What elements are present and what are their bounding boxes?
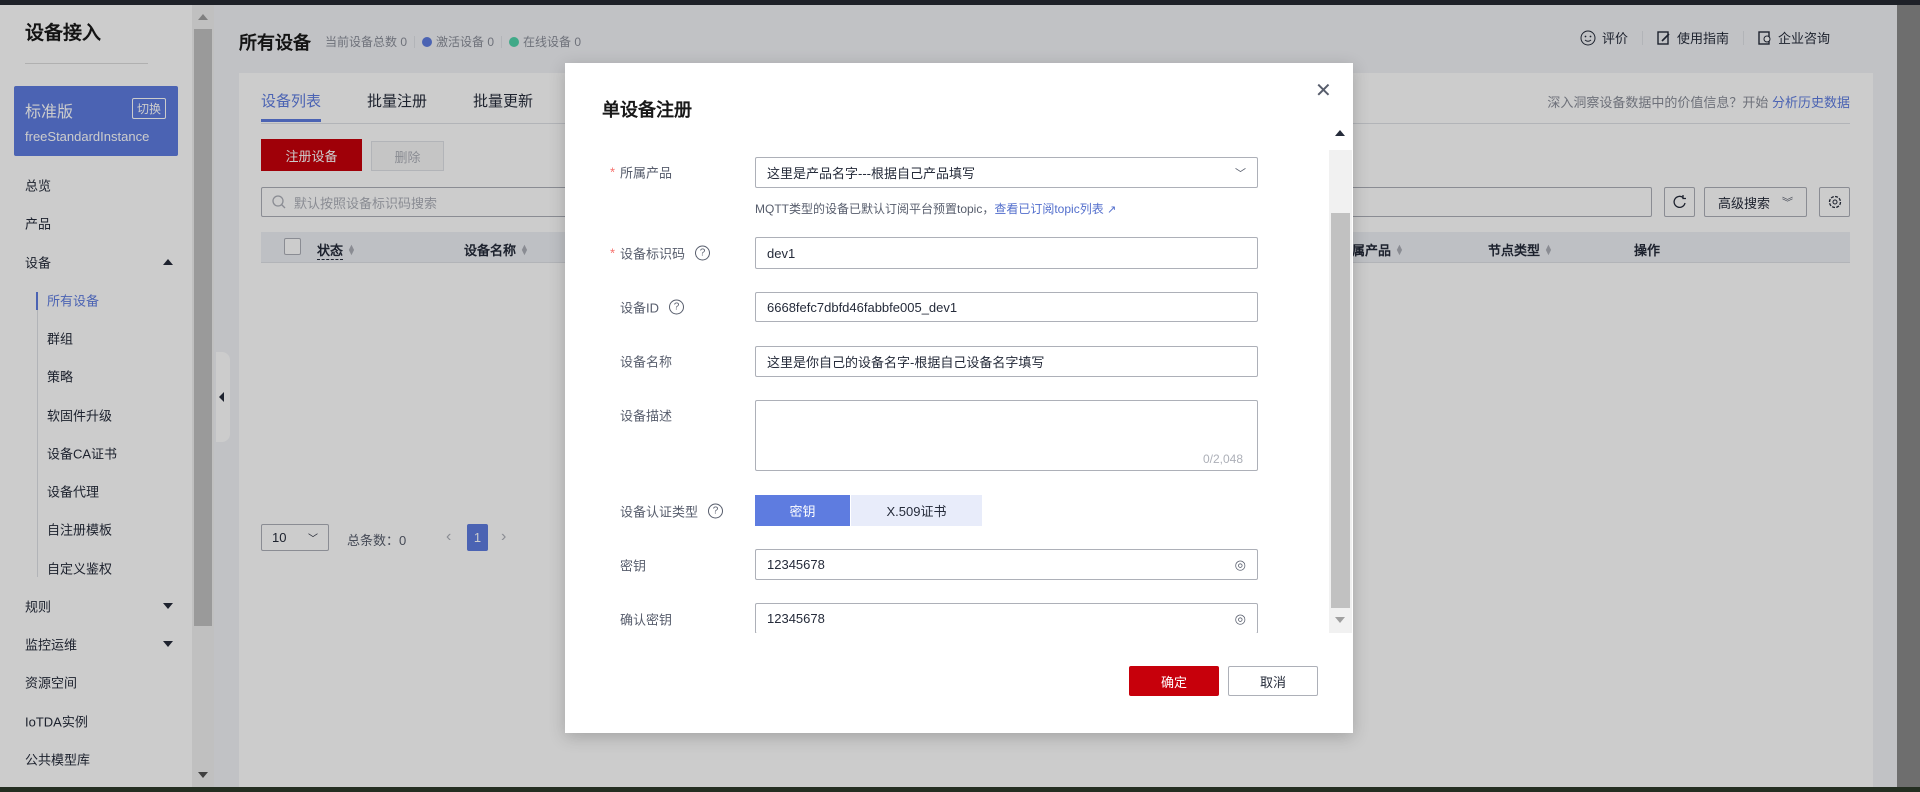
auth-secret-option[interactable]: 密钥 <box>755 495 850 526</box>
description-label: 设备描述 <box>620 408 673 424</box>
confirm-button[interactable]: 确定 <box>1129 666 1219 696</box>
help-icon[interactable]: ? <box>695 245 711 261</box>
register-device-dialog: 单设备注册 ✕ * 所属产品 这里是产品名字---根据自己产品填写 ﹀ MQTT类型… <box>565 63 1353 733</box>
confirm-secret-input[interactable]: 12345678 ◎ <box>755 603 1258 634</box>
product-select[interactable]: 这里是产品名字---根据自己产品填写 ﹀ <box>755 157 1258 188</box>
cancel-button[interactable]: 取消 <box>1228 666 1318 696</box>
dialog-title: 单设备注册 <box>602 100 692 120</box>
chevron-down-icon: ﹀ <box>1235 167 1246 180</box>
close-icon[interactable]: ✕ <box>1315 81 1332 101</box>
node-id-label: * 设备标识码? <box>610 244 711 263</box>
secret-value: 12345678 <box>767 557 825 572</box>
secret-input[interactable]: 12345678 ◎ <box>755 549 1258 580</box>
confirm-secret-label: 确认密钥 <box>620 612 673 628</box>
device-name-label: 设备名称 <box>620 354 673 370</box>
char-counter: 0/2,048 <box>1202 452 1243 466</box>
node-id-value: dev1 <box>767 245 796 261</box>
scroll-down-icon[interactable] <box>1335 617 1345 623</box>
confirm-secret-value: 12345678 <box>767 611 825 626</box>
auth-x509-option[interactable]: X.509证书 <box>851 495 982 526</box>
device-id-label: 设备ID? <box>620 298 685 317</box>
eye-icon[interactable]: ◎ <box>1235 611 1246 627</box>
device-id-input[interactable]: 6668fefc7dbfd46fabbfe005_dev1 <box>755 292 1258 322</box>
product-value: 这里是产品名字---根据自己产品填写 <box>767 166 975 181</box>
scroll-up-icon[interactable] <box>1335 130 1345 136</box>
external-link-icon: ↗ <box>1107 204 1117 216</box>
secret-label: 密钥 <box>620 558 647 574</box>
help-icon[interactable]: ? <box>669 299 685 315</box>
auth-type-label: 设备认证类型? <box>620 502 724 521</box>
scroll-clip <box>565 633 1329 653</box>
product-label: * 所属产品 <box>610 164 673 181</box>
description-textarea[interactable]: 0/2,048 <box>755 400 1258 471</box>
subscribed-topic-link[interactable]: 查看已订阅topic列表 <box>994 202 1103 216</box>
device-id-value: 6668fefc7dbfd46fabbfe005_dev1 <box>767 299 958 315</box>
topic-hint: MQTT类型的设备已默认订阅平台预置topic，查看已订阅topic列表 ↗ <box>755 202 1117 216</box>
eye-icon[interactable]: ◎ <box>1235 557 1246 573</box>
help-icon[interactable]: ? <box>708 503 724 519</box>
dialog-scrollbar-thumb[interactable] <box>1331 213 1350 608</box>
device-name-input[interactable]: 这里是你自己的设备名字-根据自己设备名字填写 <box>755 346 1258 377</box>
node-id-input[interactable]: dev1 <box>755 237 1258 269</box>
device-name-value: 这里是你自己的设备名字-根据自己设备名字填写 <box>767 355 1045 370</box>
